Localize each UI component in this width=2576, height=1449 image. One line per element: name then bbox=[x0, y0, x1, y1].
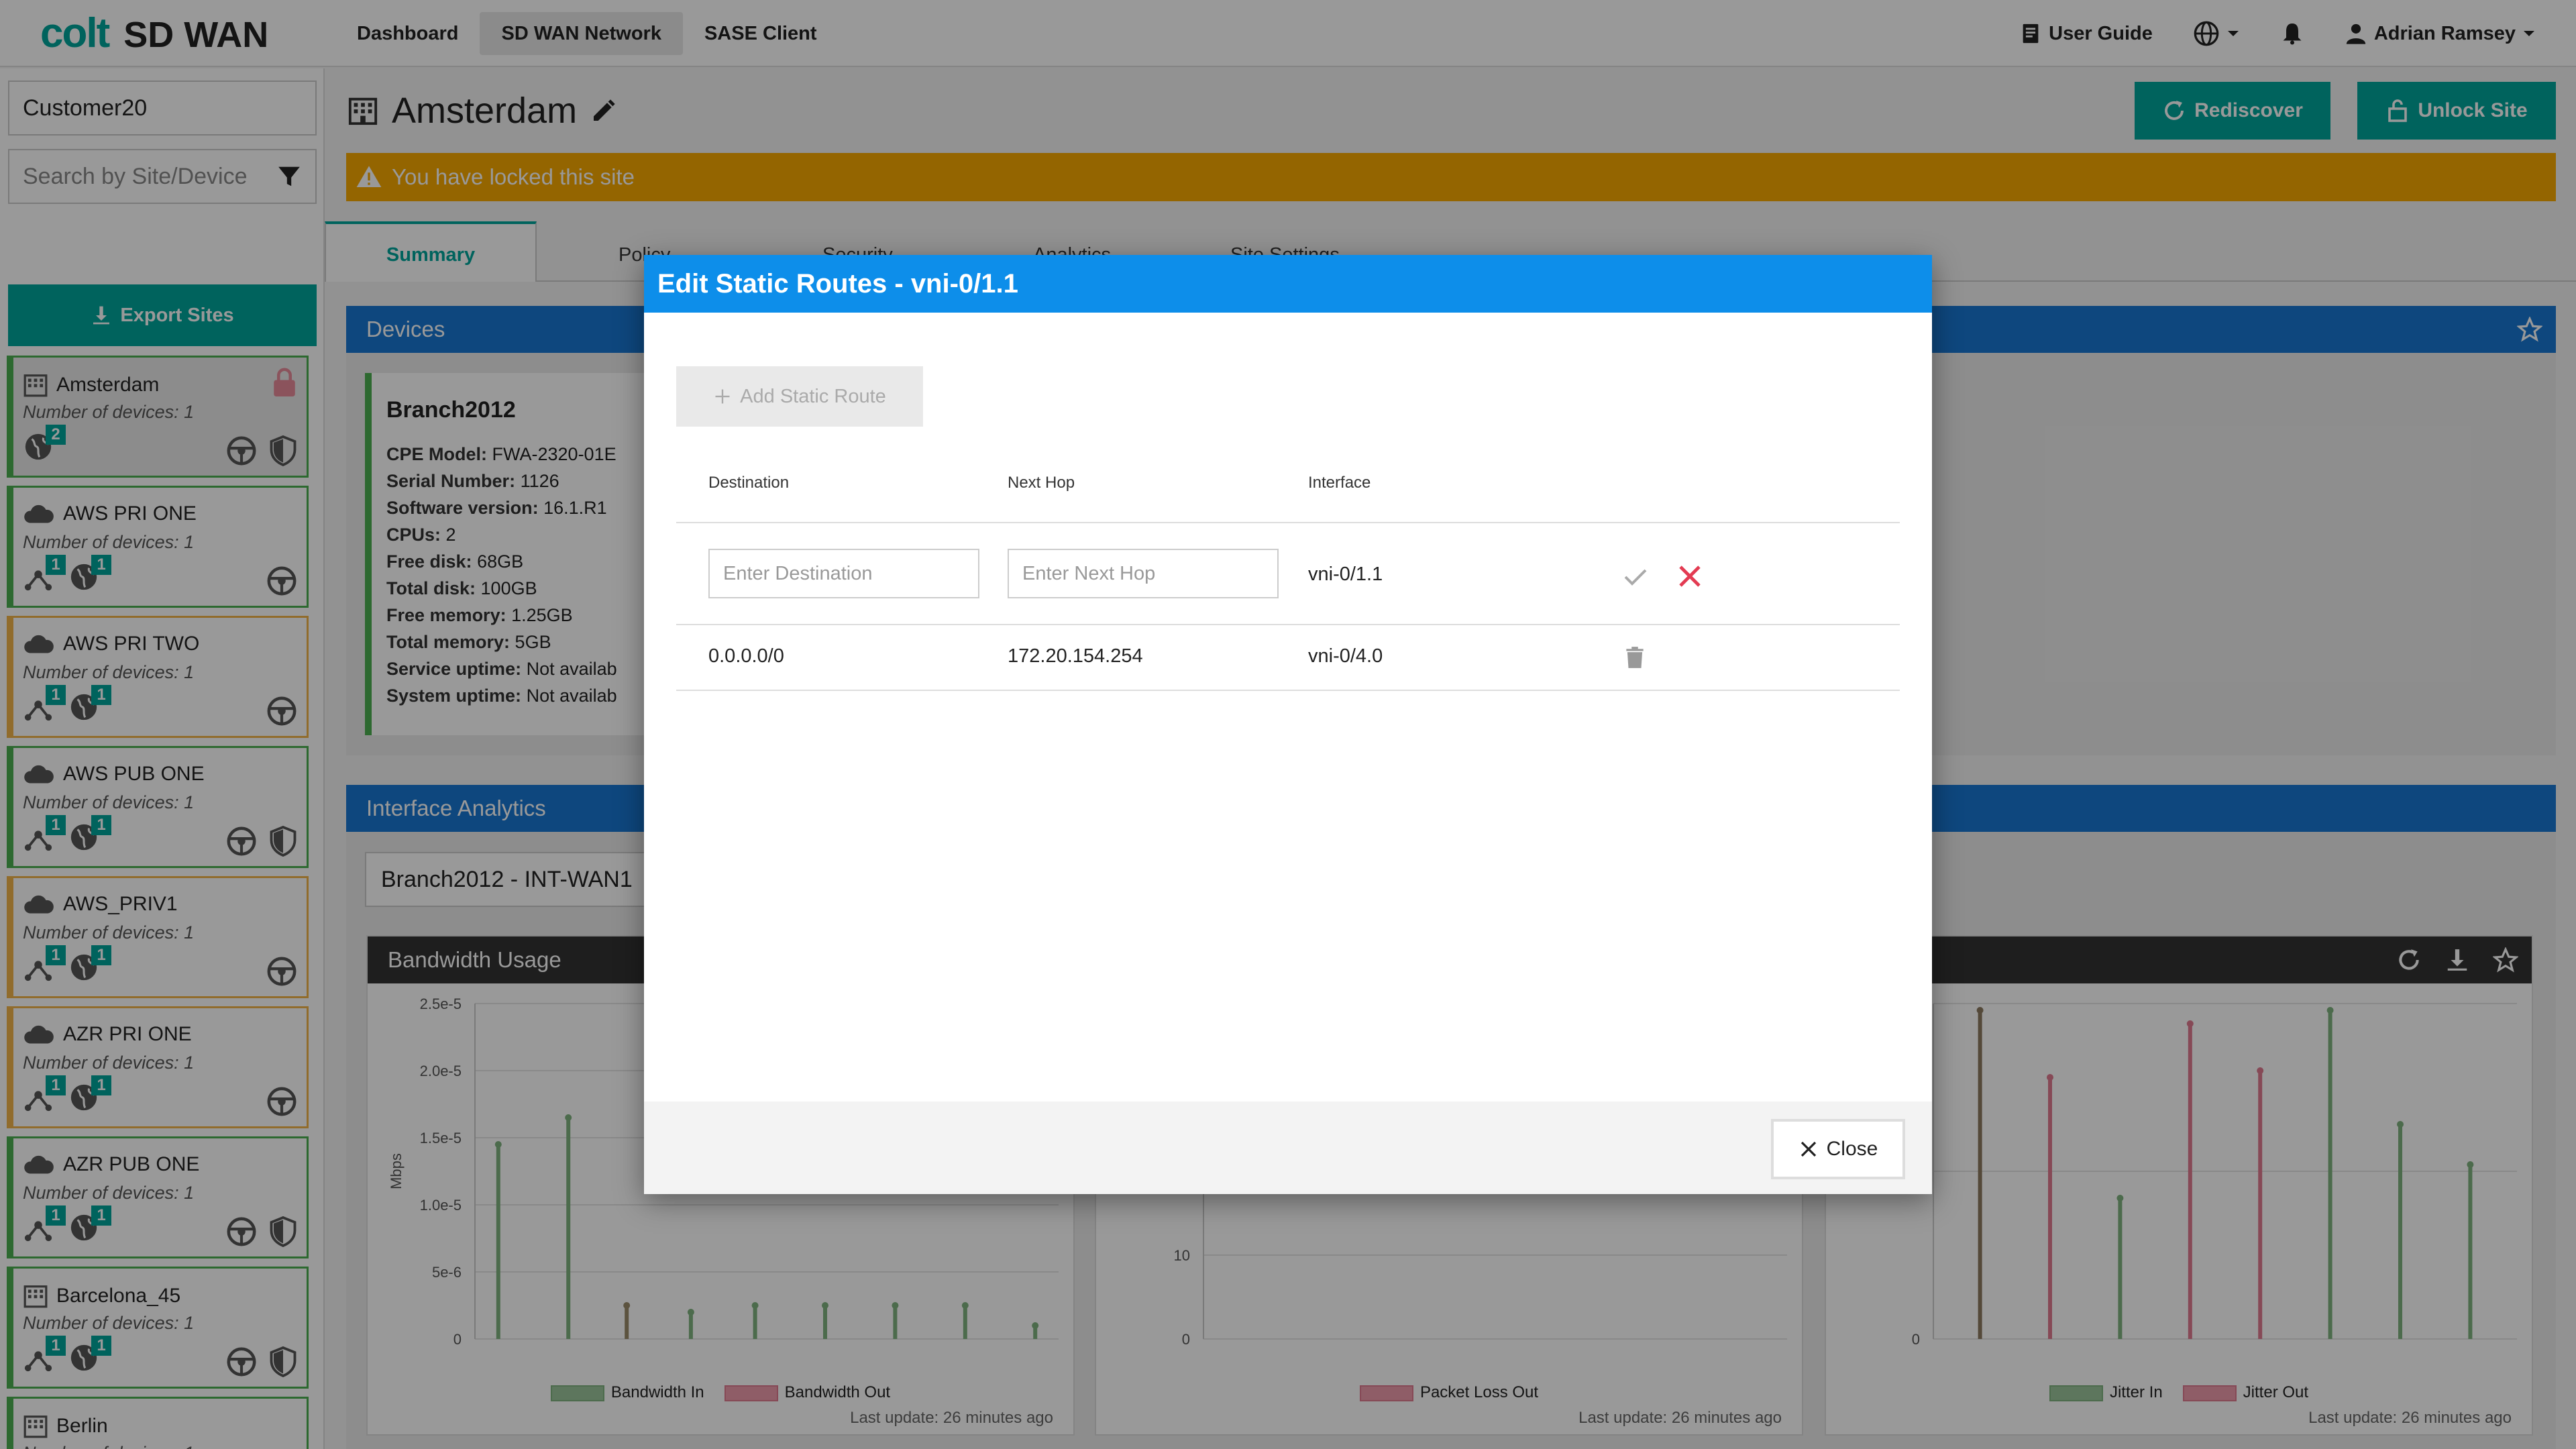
add-static-route-button[interactable]: Add Static Route bbox=[676, 366, 923, 427]
dialog-title: Edit Static Routes - vni-0/1.1 bbox=[657, 268, 1018, 299]
close-label: Close bbox=[1826, 1138, 1878, 1160]
edit-static-routes-dialog: Edit Static Routes - vni-0/1.1 Add Stati… bbox=[644, 255, 1932, 1194]
dialog-footer bbox=[644, 1102, 1932, 1194]
route-next-hop: 172.20.154.254 bbox=[1008, 645, 1143, 667]
new-route-interface: vni-0/1.1 bbox=[1308, 564, 1383, 585]
confirm-check-icon[interactable] bbox=[1622, 564, 1649, 590]
route-destination: 0.0.0.0/0 bbox=[708, 645, 784, 667]
trash-icon[interactable] bbox=[1622, 644, 1648, 671]
plus-icon bbox=[715, 389, 730, 404]
next-hop-input[interactable]: Enter Next Hop bbox=[1008, 549, 1279, 598]
col-next-hop: Next Hop bbox=[1008, 474, 1075, 492]
cancel-x-icon[interactable] bbox=[1676, 562, 1704, 590]
route-interface: vni-0/4.0 bbox=[1308, 645, 1383, 667]
destination-input[interactable]: Enter Destination bbox=[708, 549, 979, 598]
row-divider bbox=[676, 624, 1900, 625]
close-icon bbox=[1801, 1141, 1816, 1157]
dialog-header: Edit Static Routes - vni-0/1.1 bbox=[644, 255, 1932, 313]
row-divider bbox=[676, 690, 1900, 691]
col-interface: Interface bbox=[1308, 474, 1371, 492]
header-divider bbox=[676, 522, 1900, 523]
col-destination: Destination bbox=[708, 474, 790, 492]
add-static-route-label: Add Static Route bbox=[740, 385, 886, 407]
close-button[interactable]: Close bbox=[1771, 1119, 1905, 1179]
